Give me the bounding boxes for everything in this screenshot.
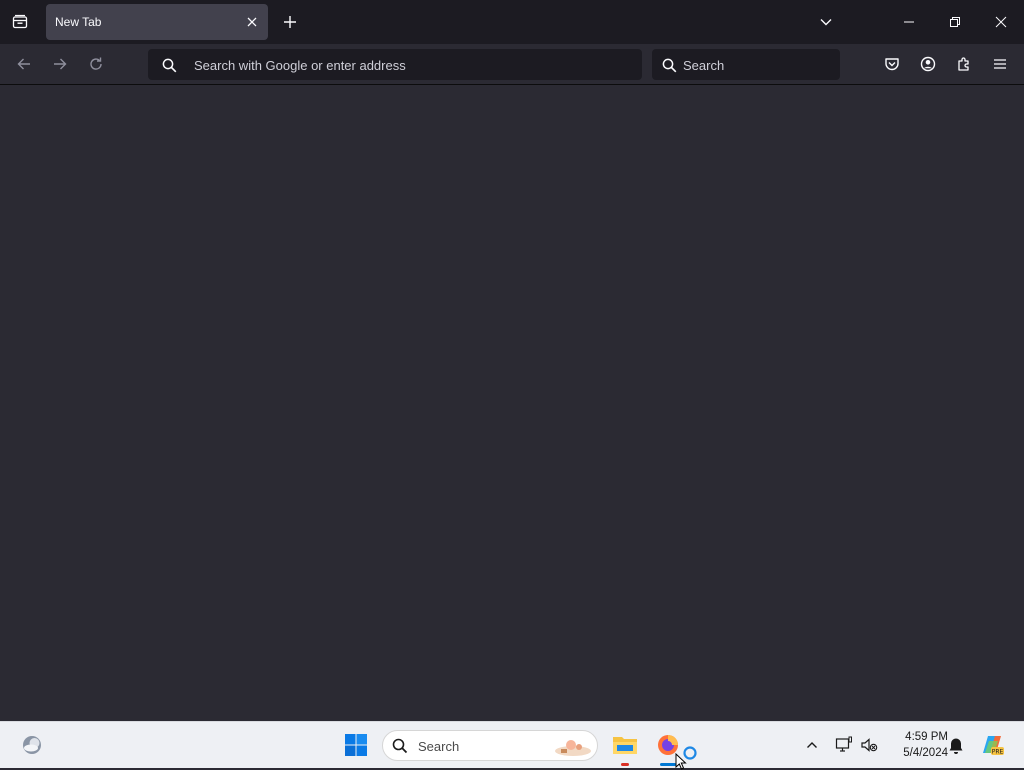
hamburger-menu-icon[interactable] (988, 52, 1012, 76)
back-arrow-icon[interactable] (12, 52, 36, 76)
search-icon (660, 56, 678, 74)
taskbar-search-box[interactable]: Search (382, 730, 598, 761)
search-bar-placeholder: Search (683, 58, 725, 73)
search-icon (391, 737, 409, 755)
search-icon (160, 56, 178, 74)
copilot-icon[interactable]: PRE (978, 731, 1006, 759)
file-explorer-icon[interactable] (611, 731, 639, 759)
tab-close-icon[interactable] (239, 9, 265, 35)
svg-text:PRE: PRE (992, 749, 1004, 756)
url-bar-placeholder: Search with Google or enter address (194, 58, 406, 73)
browser-window: New Tab Search with Google or enter addr… (0, 0, 1024, 721)
plus-icon[interactable] (278, 10, 302, 34)
windows-taskbar: Search 4:59 PM 5/4/2024 PRE (0, 721, 1024, 770)
account-icon[interactable] (916, 52, 940, 76)
chevron-up-icon[interactable] (802, 735, 822, 755)
clock-date: 5/4/2024 (903, 747, 948, 759)
file-explorer-indicator (621, 763, 629, 766)
url-bar[interactable]: Search with Google or enter address (148, 49, 642, 80)
search-bar[interactable]: Search (652, 49, 840, 80)
notification-bell-icon[interactable] (946, 735, 966, 757)
tab-new-tab[interactable]: New Tab (46, 4, 268, 40)
restore-icon[interactable] (932, 0, 978, 44)
firefox-view-icon[interactable] (8, 10, 32, 34)
puzzle-icon[interactable] (952, 52, 976, 76)
pocket-icon[interactable] (880, 52, 904, 76)
forward-arrow-icon[interactable] (48, 52, 72, 76)
mouse-cursor-icon (674, 752, 688, 770)
volume-muted-icon[interactable] (858, 734, 880, 756)
tab-title: New Tab (55, 15, 102, 29)
nav-toolbar: Search with Google or enter address Sear… (0, 44, 1024, 85)
system-clock[interactable]: 4:59 PM 5/4/2024 (884, 729, 948, 761)
minimize-icon[interactable] (886, 0, 932, 44)
page-content (0, 85, 1024, 721)
search-highlight-icon (553, 735, 593, 757)
tab-bar: New Tab (0, 0, 1024, 44)
taskbar-search-label: Search (418, 739, 460, 754)
chevron-down-icon[interactable] (814, 10, 838, 34)
windows-start-icon[interactable] (343, 732, 369, 758)
network-icon[interactable] (834, 734, 854, 756)
weather-widget-icon[interactable] (20, 733, 44, 757)
close-icon[interactable] (978, 0, 1024, 44)
reload-icon[interactable] (84, 52, 108, 76)
clock-time: 4:59 PM (905, 731, 948, 743)
